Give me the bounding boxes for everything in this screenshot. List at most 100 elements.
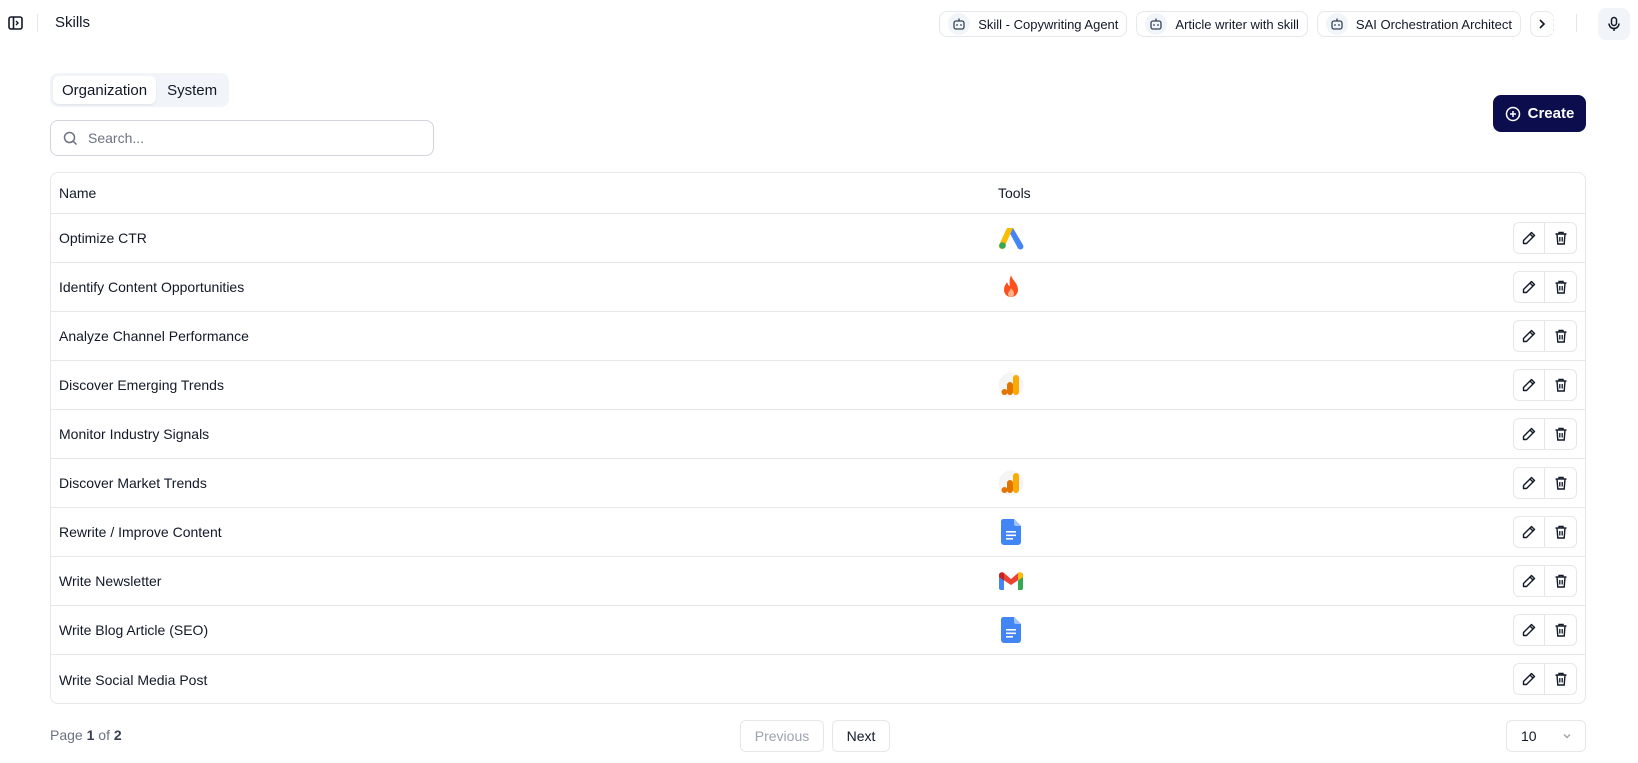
skill-name: Discover Market Trends: [59, 475, 207, 491]
pencil-icon: [1522, 427, 1536, 441]
table-row[interactable]: Discover Market Trends: [51, 459, 1585, 508]
trash-icon: [1555, 525, 1566, 539]
delete-button[interactable]: [1545, 271, 1577, 303]
row-actions: [1513, 565, 1577, 597]
skill-name: Monitor Industry Signals: [59, 426, 210, 442]
microphone-icon: [1608, 16, 1620, 31]
create-button[interactable]: Create: [1493, 95, 1586, 132]
total-pages: 2: [113, 727, 122, 743]
row-actions: [1513, 516, 1577, 548]
table-row[interactable]: Discover Emerging Trends: [51, 361, 1585, 410]
table-row[interactable]: Monitor Industry Signals: [51, 410, 1585, 459]
skill-name: Write Social Media Post: [59, 671, 208, 688]
row-actions: [1513, 320, 1577, 352]
delete-button[interactable]: [1545, 418, 1577, 450]
trash-icon: [1555, 672, 1566, 686]
agent-chip[interactable]: Article writer with skill: [1136, 11, 1308, 37]
tab-organization[interactable]: Organization: [53, 76, 157, 104]
page-indicator: Page 1 of 2: [50, 727, 122, 743]
agent-chips: Skill - Copywriting Agent Article writer…: [939, 11, 1554, 37]
agent-chip[interactable]: SAI Orchestration Architect: [1316, 11, 1521, 37]
table-header: Name Tools: [51, 173, 1585, 214]
table-row[interactable]: Write Blog Article (SEO): [51, 606, 1585, 655]
search-icon: [63, 131, 78, 145]
table-row[interactable]: Write Social Media Post: [51, 655, 1585, 703]
agent-chip-label: SAI Orchestration Architect: [1355, 16, 1512, 32]
google-docs-icon: [997, 518, 1025, 546]
table-row[interactable]: Analyze Channel Performance: [51, 312, 1585, 361]
edit-button[interactable]: [1513, 271, 1545, 303]
chips-scroll-right-button[interactable]: [1530, 11, 1554, 37]
row-actions: [1513, 271, 1577, 303]
agent-chip-label: Article writer with skill: [1175, 16, 1299, 32]
page-size-select[interactable]: 10: [1506, 720, 1586, 752]
delete-button[interactable]: [1545, 614, 1577, 646]
google-ads-icon: [997, 224, 1025, 252]
google-docs-icon: [997, 616, 1025, 644]
agent-chip-label: Skill - Copywriting Agent: [978, 16, 1119, 32]
edit-button[interactable]: [1513, 320, 1545, 352]
row-actions: [1513, 418, 1577, 450]
pencil-icon: [1522, 329, 1536, 343]
trash-icon: [1555, 280, 1566, 294]
agent-chip[interactable]: Skill - Copywriting Agent: [939, 11, 1128, 37]
table-row[interactable]: Identify Content Opportunities: [51, 263, 1585, 312]
firecrawl-icon: [997, 273, 1025, 301]
edit-button[interactable]: [1513, 418, 1545, 450]
trash-icon: [1555, 378, 1566, 392]
trash-icon: [1555, 329, 1566, 343]
header-divider: [37, 14, 38, 32]
row-actions: [1513, 222, 1577, 254]
table-row[interactable]: Write Newsletter: [51, 557, 1585, 606]
row-actions: [1513, 467, 1577, 499]
edit-button[interactable]: [1513, 663, 1545, 695]
sidebar-toggle-icon[interactable]: [7, 14, 25, 32]
robot-icon: [1145, 13, 1168, 35]
skill-name: Optimize CTR: [59, 230, 147, 246]
table-row[interactable]: Rewrite / Improve Content: [51, 508, 1585, 557]
skill-name: Write Blog Article (SEO): [59, 622, 209, 638]
pencil-icon: [1522, 672, 1536, 686]
delete-button[interactable]: [1545, 663, 1577, 695]
column-header-tools: Tools: [998, 185, 1031, 201]
robot-icon: [948, 13, 971, 35]
row-actions: [1513, 614, 1577, 646]
robot-icon: [1325, 13, 1348, 35]
edit-button[interactable]: [1513, 222, 1545, 254]
delete-button[interactable]: [1545, 467, 1577, 499]
row-actions: [1513, 663, 1577, 695]
header-divider: [1576, 14, 1577, 32]
column-header-name: Name: [59, 185, 97, 201]
delete-button[interactable]: [1545, 320, 1577, 352]
delete-button[interactable]: [1545, 516, 1577, 548]
pencil-icon: [1522, 476, 1536, 490]
microphone-button[interactable]: [1598, 8, 1630, 40]
of-word: of: [98, 727, 110, 743]
skill-name: Rewrite / Improve Content: [59, 524, 222, 540]
pencil-icon: [1522, 623, 1536, 637]
edit-button[interactable]: [1513, 565, 1545, 597]
row-actions: [1513, 369, 1577, 401]
search-input[interactable]: [88, 130, 408, 146]
edit-button[interactable]: [1513, 516, 1545, 548]
delete-button[interactable]: [1545, 565, 1577, 597]
current-page: 1: [86, 727, 95, 743]
next-page-button[interactable]: Next: [832, 720, 890, 752]
chevron-down-icon: [1563, 734, 1571, 739]
tab-system[interactable]: System: [158, 76, 226, 104]
edit-button[interactable]: [1513, 614, 1545, 646]
plus-circle-icon: [1505, 106, 1520, 121]
page-word: Page: [50, 727, 83, 743]
previous-page-button[interactable]: Previous: [740, 720, 824, 752]
google-analytics-icon: [997, 371, 1025, 399]
skill-name: Analyze Channel Performance: [59, 328, 249, 344]
table-row[interactable]: Optimize CTR: [51, 214, 1585, 263]
delete-button[interactable]: [1545, 222, 1577, 254]
delete-button[interactable]: [1545, 369, 1577, 401]
pencil-icon: [1522, 525, 1536, 539]
skill-name: Write Newsletter: [59, 573, 162, 589]
gmail-icon: [997, 567, 1025, 595]
edit-button[interactable]: [1513, 467, 1545, 499]
skills-table: Name Tools Optimize CTR Identify Content …: [50, 172, 1586, 704]
edit-button[interactable]: [1513, 369, 1545, 401]
